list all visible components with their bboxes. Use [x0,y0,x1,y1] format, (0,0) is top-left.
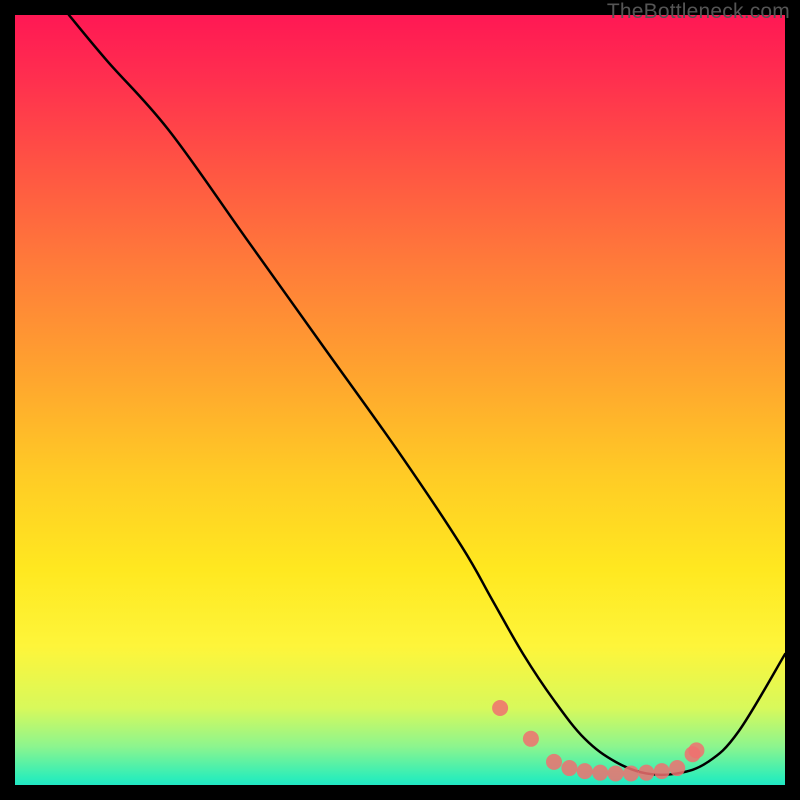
watermark-text: TheBottleneck.com [607,0,790,24]
marker-point [523,731,539,747]
marker-point [654,763,670,779]
marker-point [688,742,704,758]
bottleneck-curve-line [69,15,785,775]
marker-point [577,763,593,779]
marker-point [638,765,654,781]
marker-point [492,700,508,716]
chart-frame: TheBottleneck.com [0,0,800,800]
marker-point [669,760,685,776]
highlight-markers [492,700,704,781]
marker-point [561,760,577,776]
chart-overlay [15,15,785,785]
plot-area [15,15,785,785]
marker-point [546,754,562,770]
marker-point [608,765,624,781]
marker-point [592,765,608,781]
marker-point [623,765,639,781]
